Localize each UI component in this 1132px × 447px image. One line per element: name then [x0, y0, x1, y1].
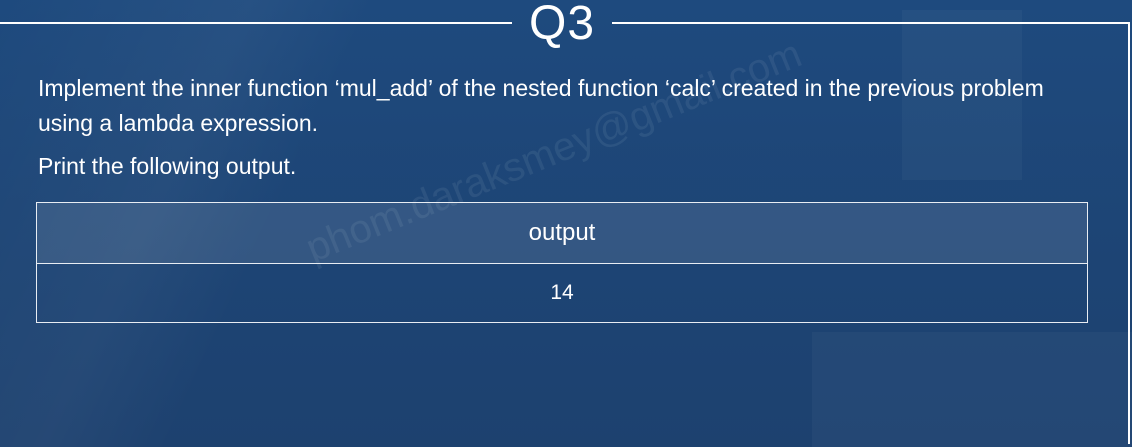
header-divider-right — [612, 22, 1130, 24]
frame-border-right — [1128, 22, 1130, 444]
header-divider-left — [0, 22, 512, 24]
table-cell-output: 14 — [36, 263, 1088, 323]
question-body: Implement the inner function ‘mul_add’ o… — [38, 71, 1048, 184]
table-row: 14 — [36, 263, 1088, 323]
page-title: Q3 — [528, 0, 596, 50]
question-instruction: Print the following output. — [38, 153, 297, 179]
table-header-row: output — [36, 202, 1088, 264]
output-table: output 14 — [36, 202, 1088, 323]
table-header-cell: output — [36, 202, 1088, 264]
background-block-shape — [812, 332, 1132, 447]
question-text: Implement the inner function ‘mul_add’ o… — [38, 75, 1044, 136]
